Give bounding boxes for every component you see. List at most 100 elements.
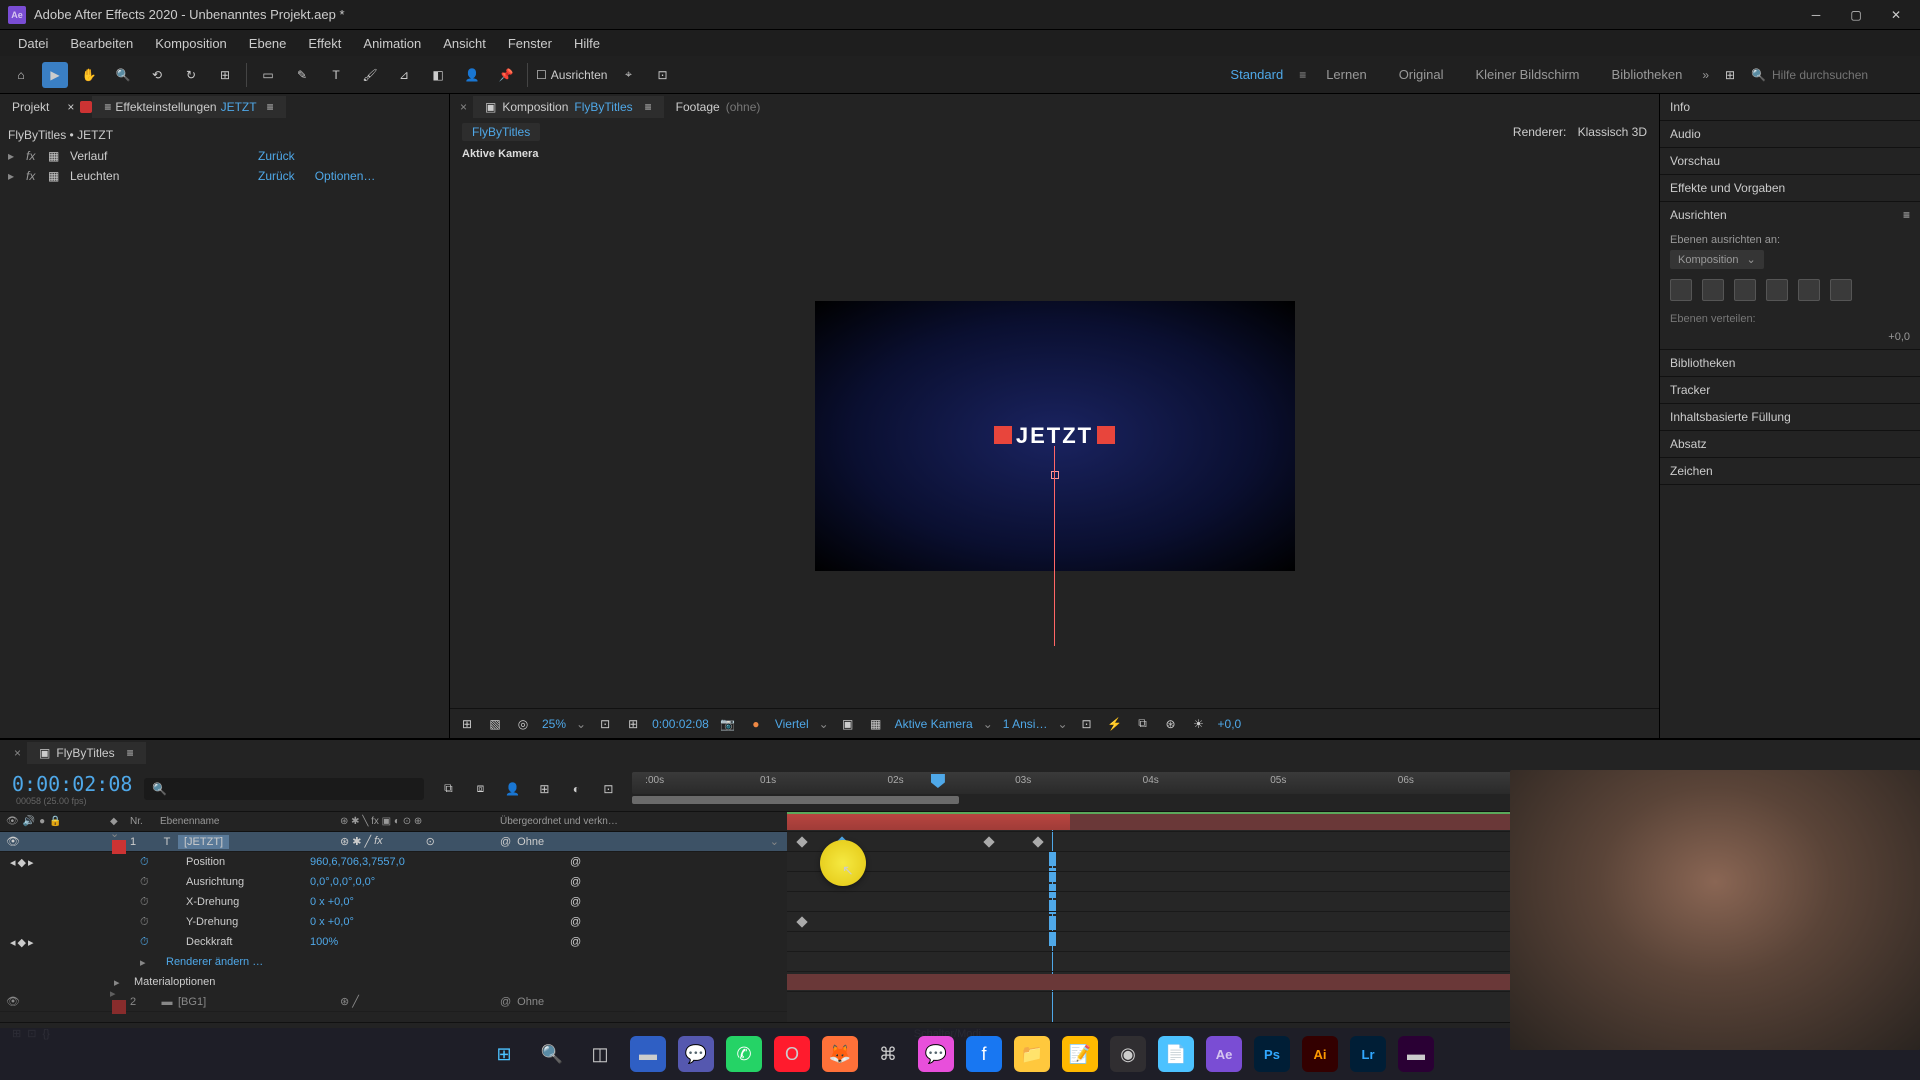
effect-leuchten[interactable]: ▸ fx ▦ Leuchten Zurück Optionen… bbox=[8, 166, 441, 186]
eraser-tool[interactable]: ◧ bbox=[425, 62, 451, 88]
workspace-menu-icon[interactable]: ≡ bbox=[1299, 68, 1306, 82]
text-tool[interactable]: T bbox=[323, 62, 349, 88]
switch-icon[interactable]: ⊛ bbox=[340, 835, 349, 848]
photoshop-icon[interactable]: Ps bbox=[1254, 1036, 1290, 1072]
snap-option-2[interactable]: ⊡ bbox=[649, 62, 675, 88]
align-bottom-icon[interactable] bbox=[1830, 279, 1852, 301]
magnify-icon[interactable]: ⊞ bbox=[458, 716, 476, 732]
facebook-icon[interactable]: f bbox=[966, 1036, 1002, 1072]
prop-ausrichtung[interactable]: ⏱ Ausrichtung 0,0°,0,0°,0,0° @ bbox=[0, 872, 787, 892]
3d-switch-icon[interactable]: ⊙ bbox=[426, 835, 435, 848]
shy-button[interactable]: 👤 bbox=[500, 777, 524, 801]
prop-value[interactable]: 0 x +0,0° bbox=[310, 896, 570, 908]
fast-preview-icon[interactable]: ⚡ bbox=[1106, 716, 1124, 732]
layer-duration-bar[interactable] bbox=[787, 814, 1070, 830]
layer-1[interactable]: 👁 ⌄ 1 T [JETZT] ⊛ ✱ ╱ fx ⊙ @ Ohne ⌄ bbox=[0, 832, 787, 852]
menu-ansicht[interactable]: Ansicht bbox=[433, 32, 496, 55]
next-kf-icon[interactable]: ▸ bbox=[28, 936, 34, 949]
snap-option[interactable]: ⌖ bbox=[615, 62, 641, 88]
minimize-button[interactable]: ─ bbox=[1808, 7, 1824, 23]
snap-checkbox[interactable]: ☐ Ausrichten bbox=[536, 68, 607, 82]
align-center-h-icon[interactable] bbox=[1702, 279, 1724, 301]
dropdown-icon[interactable]: ⌄ bbox=[770, 835, 779, 848]
roi-icon[interactable]: ▣ bbox=[839, 716, 857, 732]
menu-fenster[interactable]: Fenster bbox=[498, 32, 562, 55]
stopwatch-icon[interactable]: ⏱ bbox=[140, 856, 154, 869]
effect-verlauf[interactable]: ▸ fx ▦ Verlauf Zurück bbox=[8, 146, 441, 166]
shape-tool[interactable]: ▭ bbox=[255, 62, 281, 88]
parent-dropdown[interactable]: Ohne bbox=[517, 836, 544, 848]
expand-icon[interactable]: ▸ bbox=[8, 169, 18, 183]
obs-icon[interactable]: ◉ bbox=[1110, 1036, 1146, 1072]
effect-toggle-icon[interactable]: ▦ bbox=[48, 149, 62, 163]
prev-kf-icon[interactable]: ◂ bbox=[10, 936, 16, 949]
eye-column-icon[interactable]: 👁 bbox=[6, 816, 19, 827]
switch-icon[interactable]: ╱ bbox=[352, 995, 359, 1008]
composition-canvas[interactable]: JETZT bbox=[815, 301, 1295, 571]
timeline-tab-menu-icon[interactable]: ≡ bbox=[127, 746, 134, 760]
orbit-tool[interactable]: ⟲ bbox=[144, 62, 170, 88]
align-panel-header[interactable]: Ausrichten ≡ bbox=[1660, 202, 1920, 228]
expand-icon[interactable]: ▸ bbox=[8, 149, 18, 163]
timeline-icon[interactable]: ⧉ bbox=[1134, 716, 1152, 732]
layer-name[interactable]: [BG1] bbox=[178, 996, 206, 1008]
menu-komposition[interactable]: Komposition bbox=[145, 32, 237, 55]
align-center-v-icon[interactable] bbox=[1798, 279, 1820, 301]
workspace-overflow-icon[interactable]: » bbox=[1702, 68, 1709, 82]
effect-reset-link[interactable]: Zurück bbox=[258, 169, 295, 183]
renderer-info[interactable]: Renderer: Klassisch 3D bbox=[1505, 125, 1647, 139]
viewer-close-icon[interactable]: × bbox=[454, 100, 473, 114]
menu-bearbeiten[interactable]: Bearbeiten bbox=[60, 32, 143, 55]
prop-deckkraft[interactable]: ◂◆▸ ⏱ Deckkraft 100% @ bbox=[0, 932, 787, 952]
workspace-lernen[interactable]: Lernen bbox=[1314, 63, 1378, 86]
fx-icon[interactable]: fx bbox=[26, 169, 40, 183]
views-dropdown[interactable]: 1 Ansi… bbox=[1003, 717, 1048, 731]
pickwhip-icon[interactable]: @ bbox=[500, 996, 511, 1008]
files-icon[interactable]: 📁 bbox=[1014, 1036, 1050, 1072]
editor-icon[interactable]: 📄 bbox=[1158, 1036, 1194, 1072]
draft3d-button[interactable]: ⧈ bbox=[468, 777, 492, 801]
expression-link-icon[interactable]: @ bbox=[570, 876, 590, 888]
eye-icon[interactable]: 👁 bbox=[6, 835, 20, 848]
rotate-tool[interactable]: ↻ bbox=[178, 62, 204, 88]
name-column-header[interactable]: Ebenenname bbox=[160, 816, 340, 827]
keyframe[interactable] bbox=[1032, 836, 1043, 847]
exposure-value[interactable]: +0,0 bbox=[1218, 717, 1242, 731]
menu-hilfe[interactable]: Hilfe bbox=[564, 32, 610, 55]
menu-datei[interactable]: Datei bbox=[8, 32, 58, 55]
switch-icon[interactable]: ⊛ bbox=[340, 995, 349, 1008]
add-kf-icon[interactable]: ◆ bbox=[18, 856, 26, 869]
stopwatch-icon[interactable]: ⏱ bbox=[140, 916, 154, 929]
resolution-dropdown[interactable]: Viertel bbox=[775, 717, 809, 731]
alpha-icon[interactable]: ▧ bbox=[486, 716, 504, 732]
character-panel-header[interactable]: Zeichen bbox=[1660, 458, 1920, 484]
workspace-kleiner[interactable]: Kleiner Bildschirm bbox=[1463, 63, 1591, 86]
stopwatch-icon[interactable]: ⏱ bbox=[140, 936, 154, 949]
composition-tab[interactable]: ▣ Komposition FlyByTitles ≡ bbox=[473, 96, 664, 118]
prev-kf-icon[interactable]: ◂ bbox=[10, 856, 16, 869]
menu-ebene[interactable]: Ebene bbox=[239, 32, 297, 55]
selection-tool[interactable]: ▶ bbox=[42, 62, 68, 88]
maximize-button[interactable]: ▢ bbox=[1848, 7, 1864, 23]
expand-icon[interactable]: ⌄ bbox=[110, 828, 119, 840]
channel-icon[interactable]: ● bbox=[747, 716, 765, 732]
current-timecode[interactable]: 0:00:02:08 bbox=[12, 772, 132, 796]
project-tab-close[interactable]: × bbox=[61, 100, 80, 114]
search-icon[interactable]: 🔍 bbox=[534, 1036, 570, 1072]
firefox-icon[interactable]: 🦊 bbox=[822, 1036, 858, 1072]
camera-tool[interactable]: ⊞ bbox=[212, 62, 238, 88]
keyframe[interactable] bbox=[984, 836, 995, 847]
help-search-input[interactable] bbox=[1772, 68, 1912, 82]
effect-toggle-icon[interactable]: ▦ bbox=[48, 169, 62, 183]
snapshot-icon[interactable]: 📷 bbox=[719, 716, 737, 732]
align-right-icon[interactable] bbox=[1734, 279, 1756, 301]
explorer-icon[interactable]: ▬ bbox=[630, 1036, 666, 1072]
illustrator-icon[interactable]: Ai bbox=[1302, 1036, 1338, 1072]
align-left-icon[interactable] bbox=[1670, 279, 1692, 301]
grid-toggle-icon[interactable]: ⊞ bbox=[624, 716, 642, 732]
after-effects-icon[interactable]: Ae bbox=[1206, 1036, 1242, 1072]
pixel-aspect-icon[interactable]: ⊡ bbox=[1078, 716, 1096, 732]
windows-start-icon[interactable]: ⊞ bbox=[486, 1036, 522, 1072]
mask-icon[interactable]: ◎ bbox=[514, 716, 532, 732]
prop-value[interactable]: 960,6,706,3,7557,0 bbox=[310, 856, 570, 868]
